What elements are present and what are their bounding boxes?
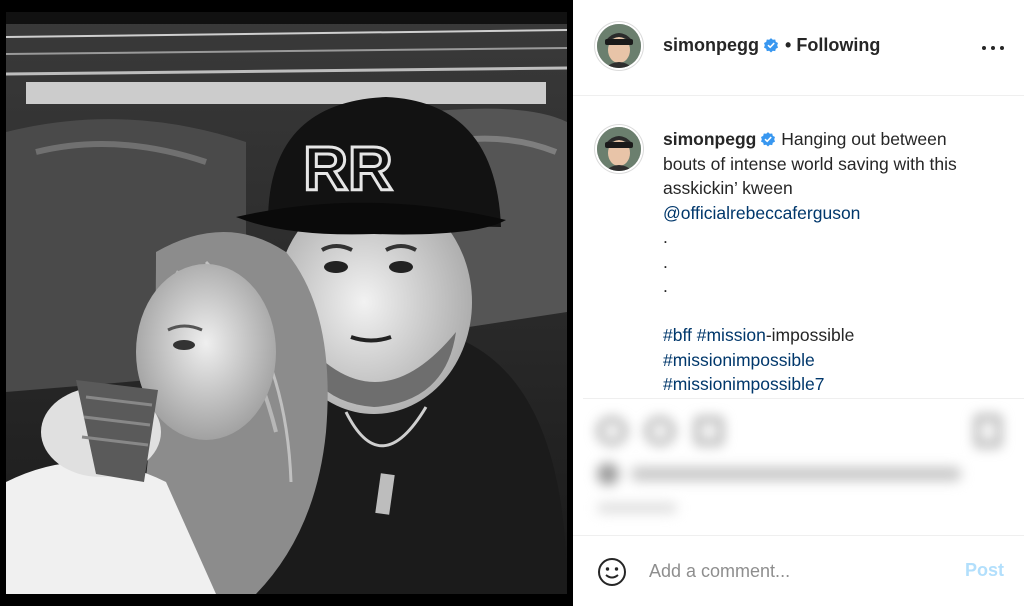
comment-input[interactable] bbox=[649, 556, 939, 586]
caption-text-line2: bouts of intense world saving with this bbox=[663, 153, 957, 174]
caption-dot: . bbox=[663, 276, 668, 296]
cap-logo: RR bbox=[303, 135, 393, 204]
more-dot bbox=[1000, 46, 1004, 50]
avatar-image bbox=[597, 24, 641, 68]
avatar-image bbox=[597, 127, 641, 171]
blurred-content bbox=[583, 399, 1024, 534]
photo-illustration: RR bbox=[6, 12, 567, 594]
hashtag-link[interactable]: #mission bbox=[697, 325, 766, 345]
post-photo[interactable]: RR bbox=[6, 12, 567, 594]
more-options-icon[interactable] bbox=[982, 38, 1004, 58]
post-media-panel: RR bbox=[0, 0, 573, 606]
hashtag-suffix: -impossible bbox=[765, 325, 855, 345]
emoji-icon[interactable] bbox=[597, 557, 627, 587]
verified-badge-icon bbox=[764, 38, 779, 53]
caption-section: simonpegg Hanging out between bouts of i… bbox=[573, 97, 1024, 397]
header-username[interactable]: simonpegg bbox=[663, 35, 759, 55]
hashtag-link[interactable]: #bff bbox=[663, 325, 692, 345]
post-comment-button[interactable]: Post bbox=[965, 560, 1004, 581]
header-user-row: simonpegg • Following bbox=[663, 35, 880, 56]
mention-link[interactable]: @officialrebeccaferguson bbox=[663, 203, 860, 223]
following-button[interactable]: Following bbox=[796, 35, 880, 55]
caption-username[interactable]: simonpegg bbox=[663, 129, 756, 149]
author-avatar[interactable] bbox=[597, 24, 641, 68]
caption-line: simonpegg Hanging out between bbox=[663, 127, 1008, 152]
likes-summary bbox=[631, 467, 961, 481]
verified-badge-icon bbox=[761, 132, 776, 147]
hashtag-link[interactable]: #missionimpossible7 bbox=[663, 374, 824, 394]
post-actions-blurred bbox=[583, 398, 1024, 534]
post-timestamp bbox=[597, 503, 677, 513]
hashtag-link[interactable]: #missionimpossible bbox=[663, 350, 815, 370]
caption-text-line1: Hanging out between bbox=[781, 129, 947, 149]
header-separator: • bbox=[785, 35, 792, 55]
caption-text: simonpegg Hanging out between bouts of i… bbox=[663, 127, 1008, 397]
comment-icon[interactable] bbox=[645, 417, 675, 445]
caption-dot: . bbox=[663, 227, 668, 247]
post-details-panel: simonpegg • Following simonpegg Hanging ou… bbox=[573, 0, 1024, 606]
share-icon[interactable] bbox=[695, 417, 723, 445]
caption-text-line3: asskickin’ kween bbox=[663, 178, 793, 198]
hashtag-line: #bff #mission-impossible bbox=[663, 323, 1008, 348]
post-header: simonpegg • Following bbox=[573, 0, 1024, 96]
bookmark-icon[interactable] bbox=[975, 415, 1001, 447]
caption-author-avatar[interactable] bbox=[597, 127, 641, 171]
like-icon[interactable] bbox=[597, 417, 627, 445]
liker-avatar bbox=[597, 463, 619, 485]
more-dot bbox=[982, 46, 986, 50]
more-dot bbox=[991, 46, 995, 50]
caption-dot: . bbox=[663, 251, 668, 272]
add-comment-bar: Post bbox=[573, 535, 1024, 606]
